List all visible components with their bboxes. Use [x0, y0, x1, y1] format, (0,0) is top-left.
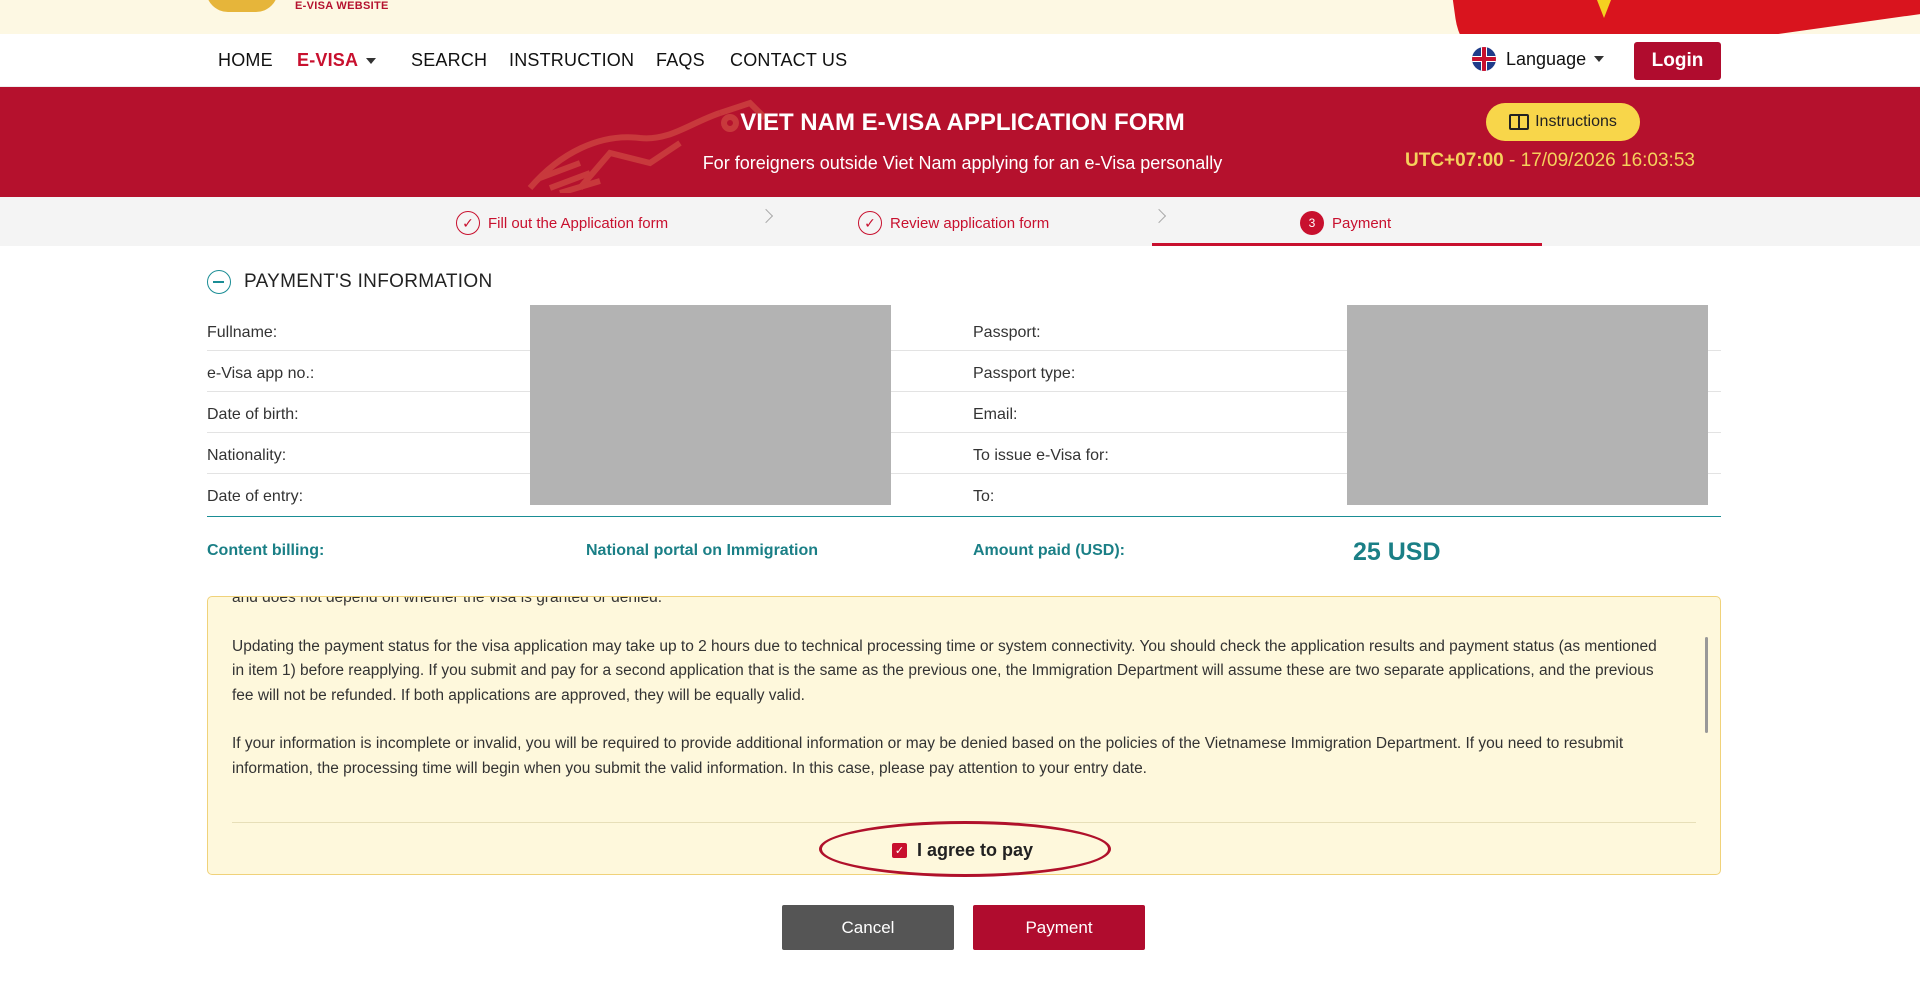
content-billing-label: Content billing:	[207, 542, 325, 559]
divider	[207, 516, 1721, 517]
nav-evisa[interactable]: E-VISA	[297, 50, 377, 71]
terms-paragraph: Updating the payment status for the visa…	[232, 637, 1657, 704]
step-label: Fill out the Application form	[488, 214, 669, 232]
step-label: Payment	[1332, 214, 1392, 232]
caret-down-icon	[366, 58, 377, 65]
passport-type-label: Passport type:	[973, 365, 1076, 382]
terms-paragraph: and does not depend on whether the visa …	[232, 596, 663, 606]
nav-evisa-label: E-VISA	[297, 50, 359, 70]
datetime: - 17/09/2026 16:03:53	[1503, 150, 1695, 171]
step-review-form[interactable]: ✓ Review application form	[858, 211, 1049, 235]
brand-bar: E-VISA WEBSITE	[0, 0, 1920, 34]
terms-scrollbar[interactable]	[1705, 637, 1708, 733]
server-clock: UTC+07:00 - 17/09/2026 16:03:53	[1405, 150, 1695, 172]
progress-steps: ✓ Fill out the Application form ✓ Review…	[0, 197, 1920, 246]
chevron-right-icon	[758, 208, 774, 224]
amount-paid-label: Amount paid (USD):	[973, 542, 1125, 559]
to-date-label: To:	[973, 488, 995, 505]
active-step-indicator	[1152, 243, 1542, 246]
payment-info-header[interactable]: PAYMENT'S INFORMATION	[207, 270, 493, 294]
brand-subtitle: E-VISA WEBSITE	[295, 0, 389, 12]
chevron-right-icon	[1151, 208, 1167, 224]
passport-label: Passport:	[973, 324, 1041, 341]
step-number-badge: 3	[1300, 211, 1324, 235]
date-of-birth-label: Date of birth:	[207, 406, 299, 423]
nationality-label: Nationality:	[207, 447, 287, 464]
collapse-minus-icon[interactable]	[207, 270, 231, 294]
nav-faqs[interactable]: FAQS	[656, 50, 705, 71]
book-icon	[1509, 114, 1530, 130]
flag-decoration	[1441, 0, 1920, 34]
date-of-entry-label: Date of entry:	[207, 488, 304, 505]
terms-paragraph: If your information is incomplete or inv…	[232, 735, 1624, 777]
redacted-values-left	[530, 305, 891, 505]
nav-instruction[interactable]: INSTRUCTION	[509, 50, 634, 71]
fullname-label: Fullname:	[207, 324, 278, 341]
national-emblem-icon	[206, 0, 278, 12]
page-banner: VIET NAM E-VISA APPLICATION FORM For for…	[0, 87, 1920, 197]
step-fill-form[interactable]: ✓ Fill out the Application form	[456, 211, 668, 235]
instructions-label: Instructions	[1535, 113, 1617, 130]
terms-text: and does not depend on whether the visa …	[232, 597, 1672, 805]
language-label: Language	[1506, 48, 1587, 69]
redacted-values-right	[1347, 305, 1708, 505]
check-icon: ✓	[858, 211, 882, 235]
cancel-button[interactable]: Cancel	[782, 905, 954, 950]
timezone: UTC+07:00	[1405, 150, 1504, 171]
main-nav: HOME E-VISA SEARCH INSTRUCTION FAQS CONT…	[0, 34, 1920, 87]
caret-down-icon	[1594, 56, 1605, 62]
highlight-ellipse-annotation	[819, 821, 1111, 877]
section-title: PAYMENT'S INFORMATION	[244, 271, 493, 292]
issue-evisa-for-label: To issue e-Visa for:	[973, 447, 1109, 464]
amount-paid-value: 25 USD	[1353, 538, 1441, 566]
step-label: Review application form	[890, 214, 1050, 232]
content-billing-value: National portal on Immigration	[586, 542, 819, 559]
nav-home[interactable]: HOME	[218, 50, 273, 71]
email-label: Email:	[973, 406, 1018, 423]
nav-contact-us[interactable]: CONTACT US	[730, 50, 847, 71]
evisa-app-no-label: e-Visa app no.:	[207, 365, 315, 382]
bird-motif-icon	[527, 99, 768, 193]
payment-button[interactable]: Payment	[973, 905, 1145, 950]
nav-search[interactable]: SEARCH	[411, 50, 487, 71]
uk-flag-icon	[1472, 47, 1496, 71]
language-selector[interactable]: Language	[1472, 47, 1605, 71]
login-button[interactable]: Login	[1634, 42, 1721, 80]
check-icon: ✓	[456, 211, 480, 235]
step-payment[interactable]: 3 Payment	[1300, 211, 1391, 235]
instructions-button[interactable]: Instructions	[1486, 103, 1640, 141]
